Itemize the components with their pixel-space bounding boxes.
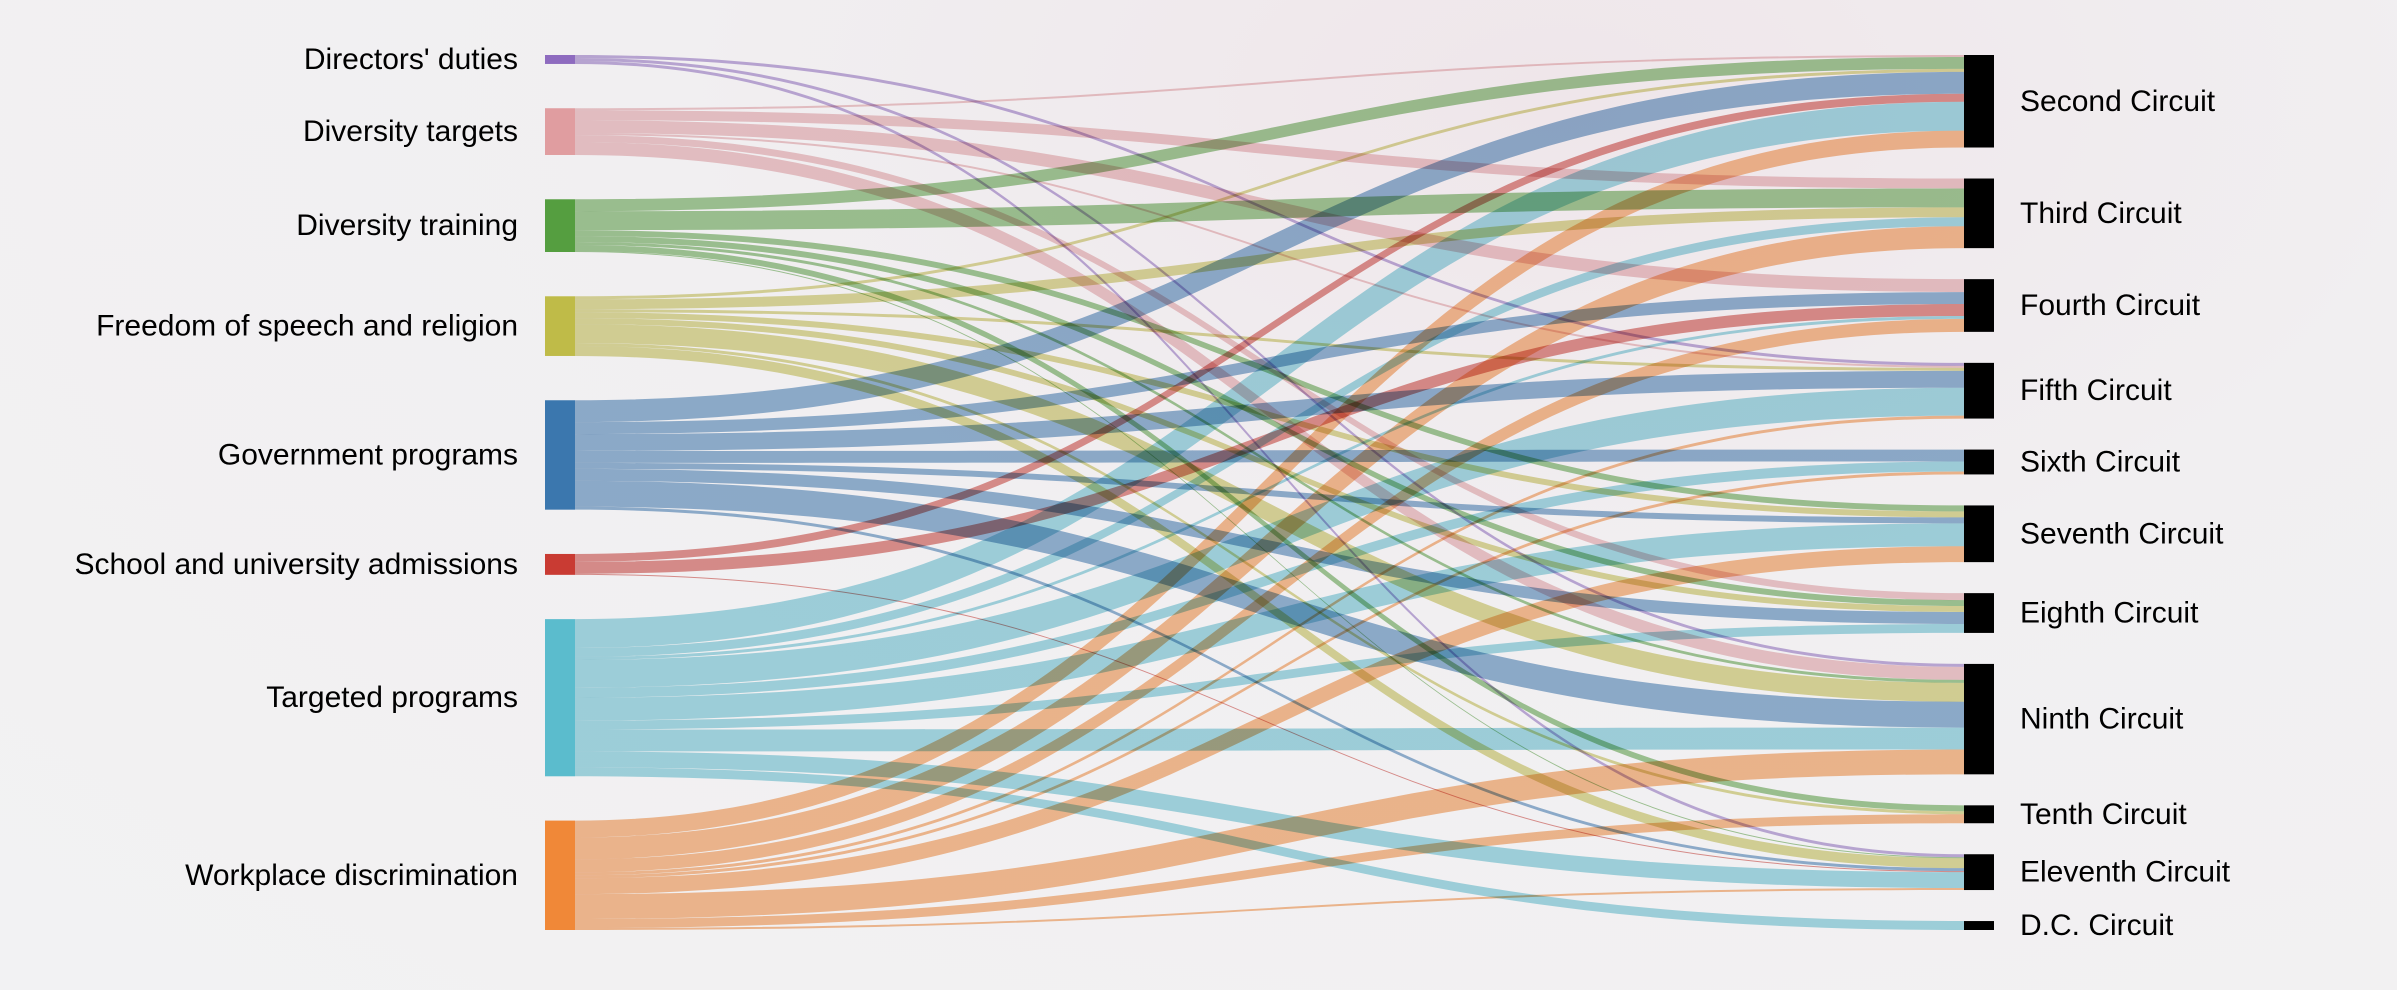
target-node-fourth-circuit[interactable] — [1964, 279, 1994, 332]
source-label: Freedom of speech and religion — [96, 310, 518, 343]
source-node-government-programs[interactable] — [545, 400, 575, 510]
source-label: Targeted programs — [266, 681, 518, 714]
source-node-diversity-targets[interactable] — [545, 108, 575, 155]
sankey-diagram: Directors' duties Diversity targets Divers… — [74, 43, 2231, 942]
source-node-directors-duties[interactable] — [545, 55, 575, 64]
target-node-third-circuit[interactable] — [1964, 178, 1994, 249]
source-label: Diversity targets — [303, 115, 518, 148]
target-node-eighth-circuit[interactable] — [1964, 593, 1994, 633]
target-node-eleventh-circuit[interactable] — [1964, 854, 1994, 891]
target-label: Eighth Circuit — [2020, 597, 2199, 630]
link-government-programs-to-sixth-circuit[interactable] — [575, 449, 1964, 463]
source-node-workplace-discrimination[interactable] — [545, 820, 575, 930]
source-label: Government programs — [218, 438, 518, 471]
source-label: School and university admissions — [74, 548, 518, 581]
target-label: Fifth Circuit — [2020, 374, 2172, 407]
target-label: Seventh Circuit — [2020, 517, 2224, 550]
target-label: Tenth Circuit — [2020, 798, 2187, 831]
source-node-targeted-programs[interactable] — [545, 619, 575, 777]
target-node-tenth-circuit[interactable] — [1964, 805, 1994, 824]
target-label: Eleventh Circuit — [2020, 856, 2231, 889]
target-node-second-circuit[interactable] — [1964, 55, 1994, 148]
target-label: Sixth Circuit — [2020, 445, 2181, 478]
source-label: Directors' duties — [304, 43, 518, 76]
target-node-fifth-circuit[interactable] — [1964, 362, 1994, 419]
target-label: Second Circuit — [2020, 85, 2216, 118]
target-node-sixth-circuit[interactable] — [1964, 449, 1994, 475]
target-label: D.C. Circuit — [2020, 909, 2174, 942]
source-label: Workplace discrimination — [185, 859, 518, 892]
source-node-freedom-of-speech-and-religion[interactable] — [545, 296, 575, 356]
source-label: Diversity training — [296, 209, 518, 242]
source-node-diversity-training[interactable] — [545, 199, 575, 252]
target-label: Third Circuit — [2020, 197, 2182, 230]
source-node-school-and-university-admissions[interactable] — [545, 553, 575, 575]
link-targeted-programs-to-ninth-circuit[interactable] — [575, 727, 1964, 752]
target-node-d-c-circuit[interactable] — [1964, 921, 1994, 930]
target-label: Fourth Circuit — [2020, 289, 2201, 322]
target-label: Ninth Circuit — [2020, 703, 2184, 736]
target-node-ninth-circuit[interactable] — [1964, 663, 1994, 775]
target-node-seventh-circuit[interactable] — [1964, 505, 1994, 563]
links-layer — [575, 55, 1964, 930]
